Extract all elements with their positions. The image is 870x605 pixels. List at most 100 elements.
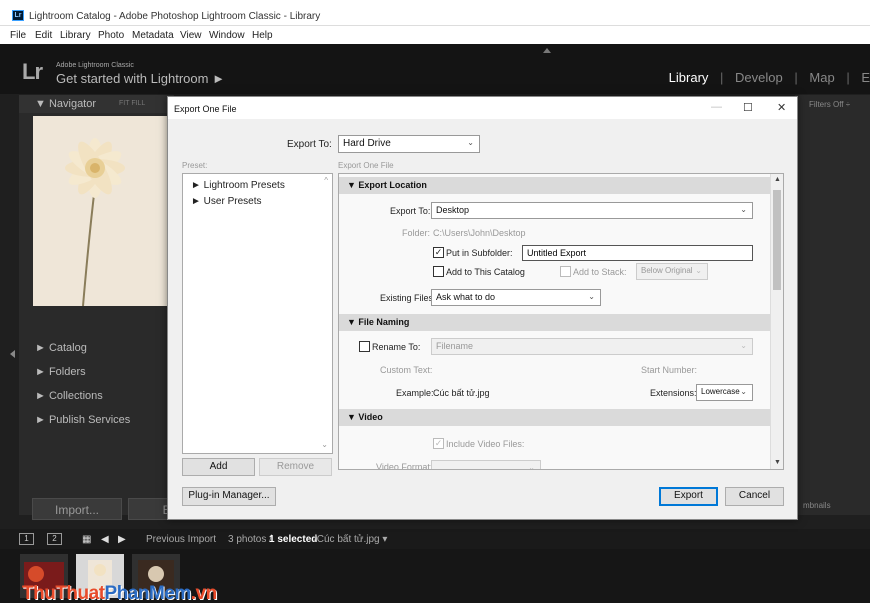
maximize-button[interactable]: ☐ <box>743 101 753 114</box>
export-to-label: Export To: <box>287 139 332 150</box>
previous-import[interactable]: Previous Import <box>146 534 216 545</box>
back-arrow-icon[interactable]: ◀ <box>101 534 109 545</box>
close-button[interactable]: ✕ <box>777 101 786 114</box>
collapse-left-icon[interactable] <box>10 350 15 358</box>
module-separator: | <box>846 70 850 85</box>
import-button[interactable]: Import... <box>32 498 122 520</box>
current-file[interactable]: /Cúc bất tử.jpg ▾ <box>314 534 387 545</box>
panel-folders[interactable]: ► Folders <box>19 361 174 385</box>
existing-files-label: Existing Files: <box>380 293 436 303</box>
zoom-options[interactable]: FIT FILL <box>119 100 145 107</box>
window-title-bar: Lr Lightroom Catalog - Adobe Photoshop L… <box>0 0 870 26</box>
file-naming-header[interactable]: ▼ File Naming <box>339 314 771 331</box>
module-map[interactable]: Map <box>809 70 834 85</box>
collapse-top-icon[interactable] <box>543 48 551 53</box>
preset-lightroom-presets[interactable]: ► Lightroom Presets <box>191 180 285 191</box>
minimize-button[interactable]: — <box>711 101 722 113</box>
filters-toggle[interactable]: Filters Off ÷ <box>809 100 850 109</box>
thumbnails-slider-label: mbnails <box>803 501 831 510</box>
filmstrip-bar: 1 2 ▦ ◀ ▶ Previous Import 3 photos / 1 s… <box>0 529 870 549</box>
video-format-select[interactable]: ⌄ <box>431 460 541 469</box>
export-to-select[interactable]: Hard Drive ⌄ <box>338 135 480 153</box>
selected-count: 1 selected <box>269 534 318 545</box>
scroll-up-icon[interactable]: ▲ <box>774 176 781 183</box>
menu-photo[interactable]: Photo <box>98 30 124 41</box>
subfolder-checkbox[interactable]: ✓ <box>433 247 444 258</box>
remove-preset-button[interactable]: Remove <box>259 458 332 476</box>
location-export-to-select[interactable]: Desktop ⌄ <box>431 202 753 219</box>
add-to-catalog-label: Add to This Catalog <box>446 267 525 277</box>
lr-logo: Lr <box>22 59 43 84</box>
menu-file[interactable]: File <box>10 30 26 41</box>
include-video-checkbox[interactable]: ✓ <box>433 438 444 449</box>
navigator-header[interactable]: ▼ Navigator FIT FILL <box>19 95 174 113</box>
rename-template-select[interactable]: Filename ⌄ <box>431 338 753 355</box>
menu-bar: File Edit Library Photo Metadata View Wi… <box>0 27 870 44</box>
menu-metadata[interactable]: Metadata <box>132 30 174 41</box>
dialog-title-bar: Export One File — ☐ ✕ <box>168 97 797 119</box>
scroll-down-icon[interactable]: ⌄ <box>321 440 328 449</box>
export-confirm-button[interactable]: Export <box>659 487 718 506</box>
monitor-2-button[interactable]: 2 <box>47 533 62 545</box>
module-develop[interactable]: Develop <box>735 70 783 85</box>
video-header[interactable]: ▼ Video <box>339 409 771 426</box>
photo-count: 3 photos / <box>228 534 272 545</box>
location-export-to-label: Export To: <box>390 206 431 216</box>
subfolder-label: Put in Subfolder: <box>446 248 513 258</box>
existing-files-select[interactable]: Ask what to do ⌄ <box>431 289 601 306</box>
export-dialog: Export One File — ☐ ✕ Export To: Hard Dr… <box>167 96 798 520</box>
panel-list: ► Catalog ► Folders ► Collections ► Publ… <box>19 337 174 433</box>
menu-library[interactable]: Library <box>60 30 91 41</box>
right-panel: Filters Off ÷ mbnails <box>795 95 870 515</box>
example-label: Example: <box>396 388 434 398</box>
preset-user-presets[interactable]: ► User Presets <box>191 196 261 207</box>
menu-edit[interactable]: Edit <box>35 30 52 41</box>
menu-view[interactable]: View <box>180 30 202 41</box>
module-separator: | <box>720 70 724 85</box>
rename-to-checkbox[interactable] <box>359 341 370 352</box>
cancel-button[interactable]: Cancel <box>725 487 784 506</box>
folder-label: Folder: <box>402 228 431 238</box>
panel-catalog[interactable]: ► Catalog <box>19 337 174 361</box>
panel-collections[interactable]: ► Collections <box>19 385 174 409</box>
add-to-catalog-checkbox[interactable] <box>433 266 444 277</box>
export-location-header[interactable]: ▼ Export Location <box>339 177 771 194</box>
monitor-1-button[interactable]: 1 <box>19 533 34 545</box>
get-started-link[interactable]: Get started with Lightroom ► <box>56 71 225 86</box>
scroll-down-icon[interactable]: ▼ <box>774 459 781 466</box>
left-panel: ▼ Navigator FIT FILL ► Catalog ► Folders… <box>19 95 174 515</box>
scroll-up-icon[interactable]: ^ <box>324 176 328 185</box>
include-video-label: Include Video Files: <box>446 439 525 449</box>
folder-path: C:\Users\John\Desktop <box>433 228 526 238</box>
extensions-select[interactable]: Lowercase ⌄ <box>696 384 753 401</box>
preset-label: Preset: <box>182 161 208 170</box>
filmstrip: ThuThuatPhanMem.vn <box>0 549 870 604</box>
module-library[interactable]: Library <box>669 70 709 85</box>
panel-publish-services[interactable]: ► Publish Services <box>19 409 174 433</box>
window-title: Lightroom Catalog - Adobe Photoshop Ligh… <box>29 11 321 22</box>
lightroom-app-icon: Lr <box>12 10 24 21</box>
grid-icon[interactable]: ▦ <box>82 534 91 545</box>
custom-text-label: Custom Text: <box>380 365 433 375</box>
rename-to-label: Rename To: <box>372 342 421 352</box>
navigator-title: ▼ Navigator <box>35 98 97 110</box>
chevron-down-icon: ⌄ <box>467 138 474 147</box>
forward-arrow-icon[interactable]: ▶ <box>118 534 126 545</box>
plugin-manager-button[interactable]: Plug-in Manager... <box>182 487 276 506</box>
add-preset-button[interactable]: Add <box>182 458 255 476</box>
watermark-logo: ThuThuatPhanMem.vn <box>22 583 217 604</box>
navigator-preview[interactable] <box>33 116 173 306</box>
stack-position-select[interactable]: Below Original ⌄ <box>636 263 708 280</box>
video-format-label: Video Format: <box>376 462 433 470</box>
flower-image <box>33 116 173 306</box>
menu-window[interactable]: Window <box>209 30 245 41</box>
add-to-stack-checkbox[interactable] <box>560 266 571 277</box>
dialog-title: Export One File <box>174 104 237 114</box>
menu-help[interactable]: Help <box>252 30 273 41</box>
export-settings-panel: ▼ Export Location Export To: Desktop ⌄ Fo… <box>338 173 784 470</box>
start-number-label: Start Number: <box>641 365 698 375</box>
module-next[interactable]: E <box>861 70 870 85</box>
subfolder-name-field[interactable]: Untitled Export <box>522 245 753 261</box>
settings-scrollbar[interactable]: ▲ ▼ <box>770 174 783 469</box>
scroll-thumb[interactable] <box>773 190 781 290</box>
